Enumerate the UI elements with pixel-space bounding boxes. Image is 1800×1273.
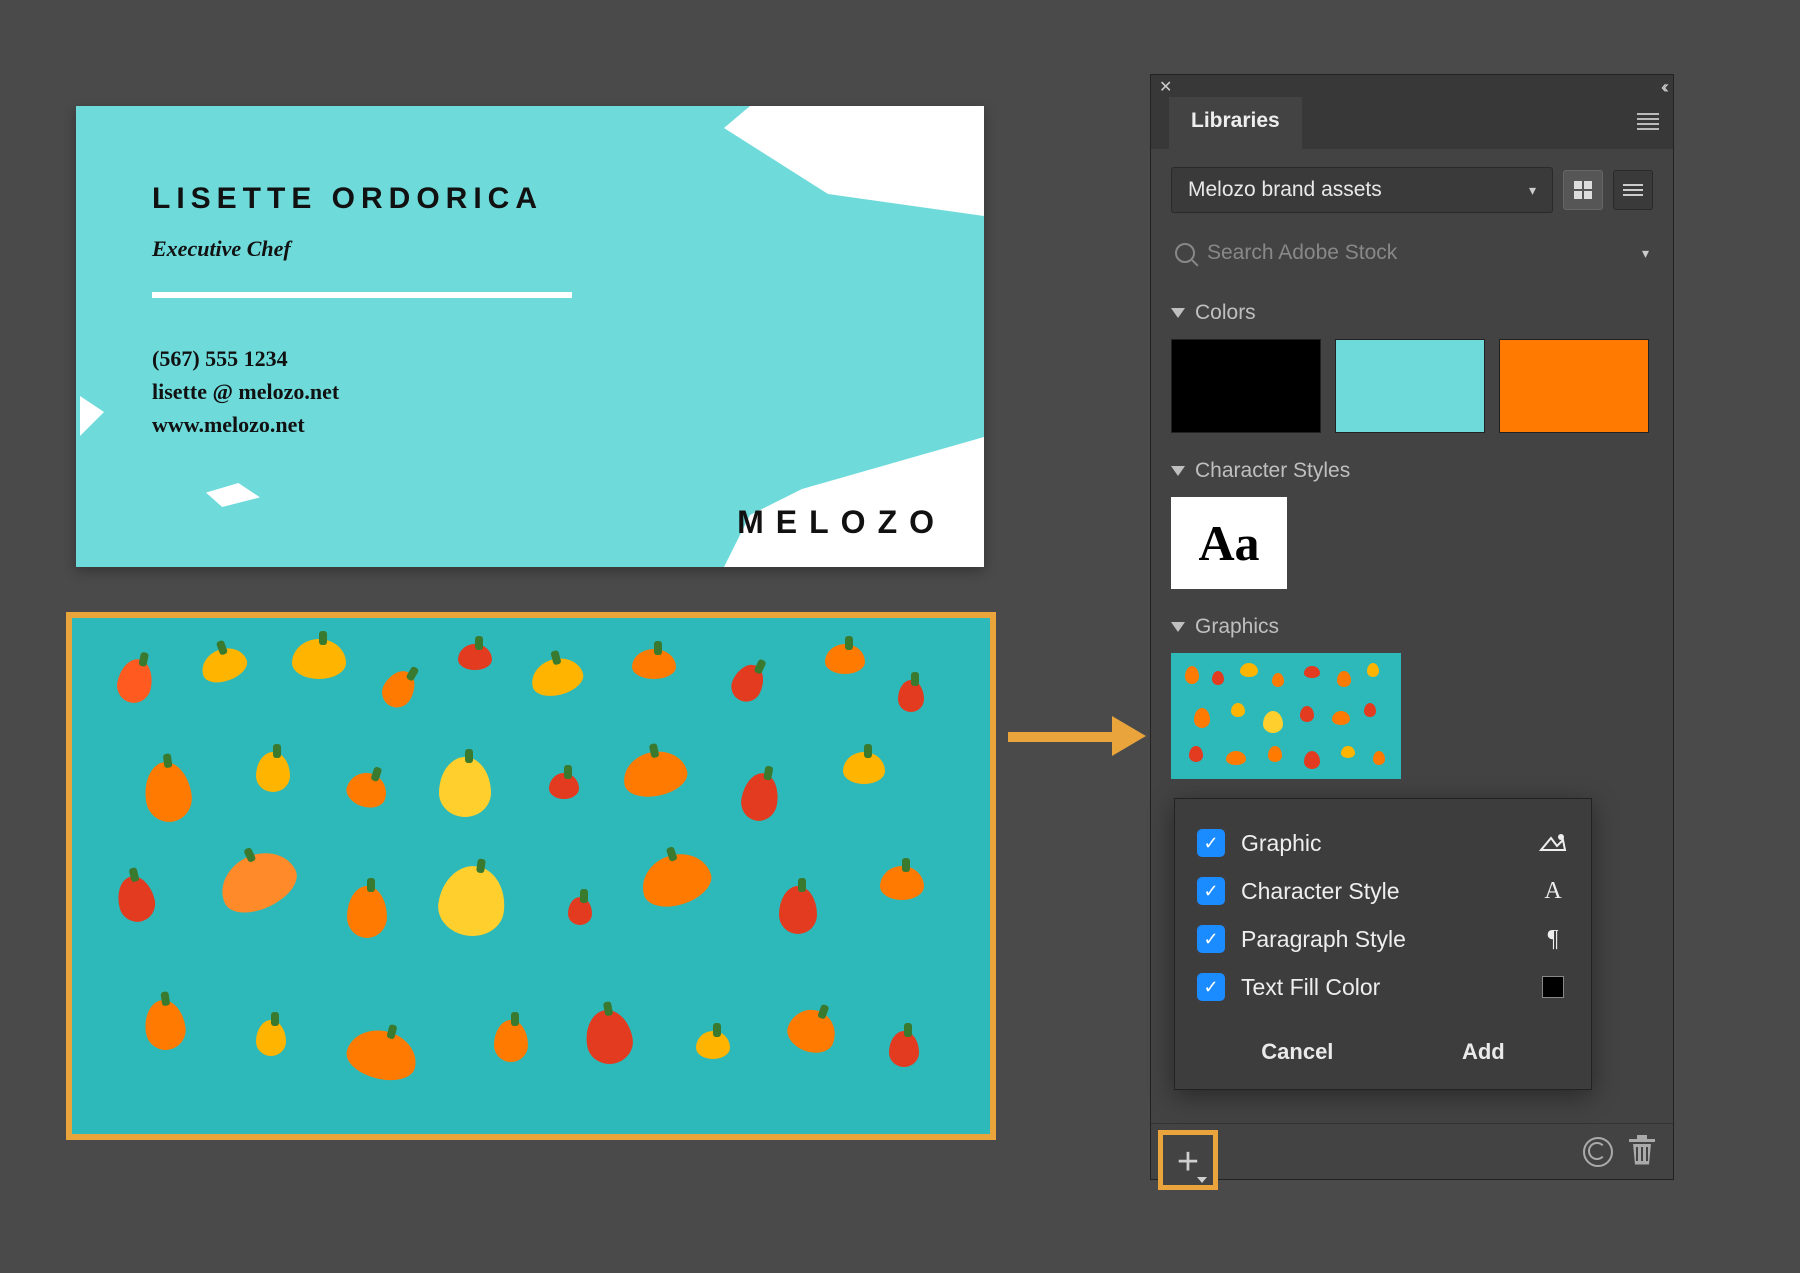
pepper [377, 665, 422, 713]
card-logo-text: MELOZO [737, 504, 946, 541]
tab-libraries[interactable]: Libraries [1169, 97, 1302, 151]
pepper [568, 897, 592, 925]
pepper [347, 886, 387, 938]
disclosure-triangle-icon [1171, 466, 1185, 476]
pepper [113, 872, 159, 925]
checkbox-checked[interactable]: ✓ [1197, 829, 1225, 857]
pepper [256, 1020, 286, 1056]
pepper [292, 639, 346, 679]
paragraph-style-icon: ¶ [1537, 926, 1569, 953]
section-colors-header[interactable]: Colors [1171, 301, 1653, 325]
pepper [211, 841, 305, 923]
grid-view-button[interactable] [1563, 170, 1603, 210]
add-content-button[interactable]: + [1158, 1130, 1218, 1190]
list-view-button[interactable] [1613, 170, 1653, 210]
option-graphic[interactable]: ✓ Graphic [1197, 819, 1569, 867]
library-select[interactable]: Melozo brand assets ▾ [1171, 167, 1553, 213]
collapse-panel-icon[interactable]: ‹‹ [1661, 77, 1665, 98]
card-website: www.melozo.net [152, 408, 572, 441]
character-style-icon: A [1537, 878, 1569, 905]
disclosure-triangle-icon [1171, 308, 1185, 318]
card-phone: (567) 555 1234 [152, 342, 572, 375]
cancel-button[interactable]: Cancel [1241, 1029, 1353, 1075]
color-swatch-teal[interactable] [1335, 339, 1485, 433]
pepper [343, 1023, 423, 1087]
pepper [527, 653, 587, 701]
creative-cloud-icon[interactable] [1583, 1137, 1613, 1167]
pepper [898, 680, 924, 712]
graphic-asset-thumbnail[interactable] [1171, 653, 1401, 779]
pepper [141, 760, 195, 826]
graphic-icon [1537, 832, 1569, 854]
pepper [343, 767, 392, 812]
pepper [582, 1007, 637, 1068]
panel-menu-icon[interactable] [1637, 110, 1659, 138]
close-icon[interactable]: ✕ [1159, 77, 1172, 97]
card-email: lisette @ melozo.net [152, 375, 572, 408]
pepper [114, 656, 156, 706]
checkbox-checked[interactable]: ✓ [1197, 877, 1225, 905]
color-swatch-orange[interactable] [1499, 339, 1649, 433]
option-text-fill-color[interactable]: ✓ Text Fill Color [1197, 963, 1569, 1011]
search-icon [1175, 243, 1195, 263]
pepper [843, 752, 885, 784]
pepper [494, 1020, 528, 1062]
trash-icon[interactable] [1631, 1139, 1653, 1165]
search-stock-input[interactable]: Search Adobe Stock ▾ [1171, 231, 1653, 275]
pepper [142, 997, 189, 1052]
annotation-arrow [1008, 716, 1148, 756]
chevron-down-icon: ▾ [1642, 245, 1649, 262]
checkbox-checked[interactable]: ✓ [1197, 925, 1225, 953]
pepper [726, 660, 769, 707]
pepper [889, 1031, 919, 1067]
color-swatch-black[interactable] [1171, 339, 1321, 433]
pepper [782, 1003, 841, 1059]
section-charstyles-header[interactable]: Character Styles [1171, 459, 1653, 483]
section-graphics-header[interactable]: Graphics [1171, 615, 1653, 639]
pepper [696, 1031, 730, 1059]
pepper [549, 773, 579, 799]
pepper [632, 649, 676, 679]
option-paragraph-style[interactable]: ✓ Paragraph Style ¶ [1197, 915, 1569, 963]
pepper [635, 846, 717, 915]
pepper [619, 746, 691, 802]
selected-image-frame[interactable] [66, 612, 996, 1140]
pepper [196, 642, 250, 688]
pepper [779, 886, 817, 934]
pepper [439, 757, 491, 817]
option-character-style[interactable]: ✓ Character Style A [1197, 867, 1569, 915]
checkbox-checked[interactable]: ✓ [1197, 973, 1225, 1001]
pepper [256, 752, 290, 792]
add-button[interactable]: Add [1442, 1029, 1525, 1075]
pepper [738, 770, 782, 824]
chevron-down-icon: ▾ [1529, 182, 1536, 199]
plus-icon: + [1177, 1143, 1199, 1181]
character-style-tile[interactable]: Aa [1171, 497, 1287, 589]
pepper [880, 866, 924, 900]
card-divider [152, 292, 572, 298]
card-name: LISETTE ORDORICA [152, 182, 572, 216]
business-card-artboard: LISETTE ORDORICA Executive Chef (567) 55… [76, 106, 984, 567]
fill-color-swatch-icon [1537, 976, 1569, 998]
pepper [458, 644, 492, 670]
search-placeholder: Search Adobe Stock [1207, 241, 1630, 265]
library-select-value: Melozo brand assets [1188, 178, 1382, 202]
disclosure-triangle-icon [1171, 622, 1185, 632]
card-job-title: Executive Chef [152, 236, 572, 262]
pepper [435, 861, 510, 940]
add-content-popup: ✓ Graphic ✓ Character Style A ✓ Paragrap… [1174, 798, 1592, 1090]
pepper [825, 644, 865, 674]
